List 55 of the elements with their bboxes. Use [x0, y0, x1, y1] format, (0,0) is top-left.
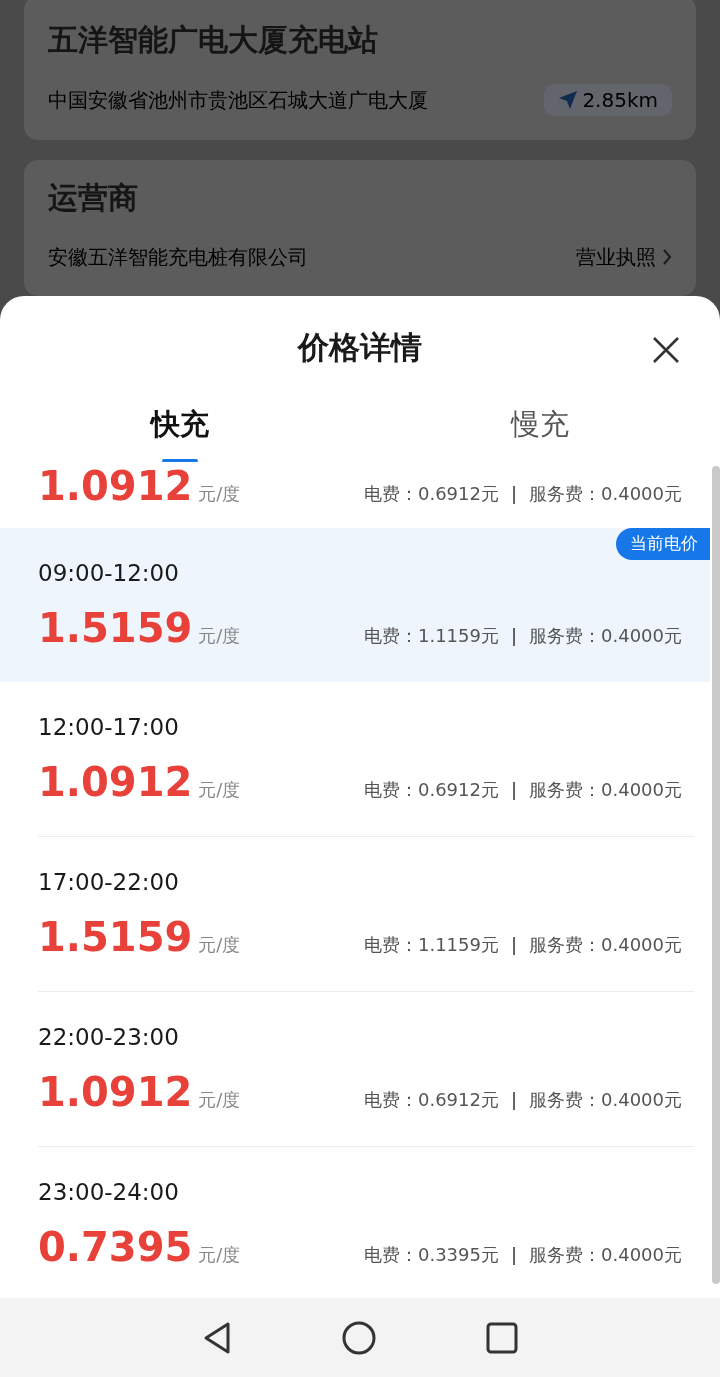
price-unit: 元/度: [198, 482, 241, 506]
time-range: 22:00-23:00: [38, 1023, 180, 1052]
time-range: 23:00-24:00: [38, 1178, 180, 1207]
fee-separator: |: [510, 1244, 517, 1265]
home-button[interactable]: [342, 1320, 376, 1355]
scrollbar[interactable]: [712, 466, 720, 1284]
service-fee: 服务费：0.4000元: [529, 778, 682, 802]
close-button[interactable]: [652, 336, 680, 364]
navigation-icon: [558, 90, 579, 110]
distance-text: 2.85km: [582, 88, 658, 112]
fee-separator: |: [510, 1089, 517, 1110]
recents-button[interactable]: [486, 1321, 518, 1354]
service-fee: 服务费：0.4000元: [529, 624, 682, 648]
close-icon: [652, 336, 680, 364]
price-unit: 元/度: [198, 1243, 241, 1267]
back-icon: [202, 1320, 232, 1355]
time-range: 17:00-22:00: [38, 868, 180, 897]
charge-tab[interactable]: 慢充: [360, 386, 720, 463]
current-price-badge: 当前电价: [616, 528, 710, 560]
price-value: 1.0912: [38, 1068, 193, 1116]
service-fee: 服务费：0.4000元: [529, 1088, 682, 1112]
chevron-right-icon: [662, 248, 672, 266]
service-fee: 服务费：0.4000元: [529, 933, 682, 957]
time-range: 09:00-12:00: [38, 559, 180, 588]
time-range: 12:00-17:00: [38, 713, 180, 742]
home-icon: [342, 1320, 376, 1355]
operator-company: 安徽五洋智能充电桩有限公司: [48, 244, 308, 271]
fee-separator: |: [510, 934, 517, 955]
price-unit: 元/度: [198, 933, 241, 957]
station-address: 中国安徽省池州市贵池区石城大道广电大厦: [48, 87, 428, 114]
fee-separator: |: [510, 625, 517, 646]
electricity-fee: 电费：0.6912元: [363, 778, 499, 802]
fee-separator: |: [510, 779, 517, 800]
electricity-fee: 电费：0.3395元: [363, 1243, 499, 1267]
service-fee: 服务费：0.4000元: [529, 482, 682, 506]
back-button[interactable]: [202, 1320, 232, 1355]
recents-icon: [486, 1321, 518, 1354]
electricity-fee: 电费：1.1159元: [363, 624, 499, 648]
electricity-fee: 电费：1.1159元: [363, 933, 499, 957]
price-value: 1.0912: [38, 758, 193, 806]
price-value: 1.5159: [38, 913, 193, 961]
price-value: 1.0912: [38, 462, 193, 510]
electricity-fee: 电费：0.6912元: [363, 1088, 499, 1112]
service-fee: 服务费：0.4000元: [529, 1243, 682, 1267]
electricity-fee: 电费：0.6912元: [363, 482, 499, 506]
price-unit: 元/度: [198, 1088, 241, 1112]
sheet-title: 价格详情: [298, 328, 422, 367]
station-name: 五洋智能广电大厦充电站: [48, 21, 379, 59]
price-value: 0.7395: [38, 1223, 193, 1271]
price-value: 1.5159: [38, 604, 193, 652]
fee-separator: |: [510, 483, 517, 504]
price-unit: 元/度: [198, 778, 241, 802]
price-unit: 元/度: [198, 624, 241, 648]
distance-pill[interactable]: 2.85km: [544, 84, 672, 116]
operator-title: 运营商: [48, 179, 139, 217]
